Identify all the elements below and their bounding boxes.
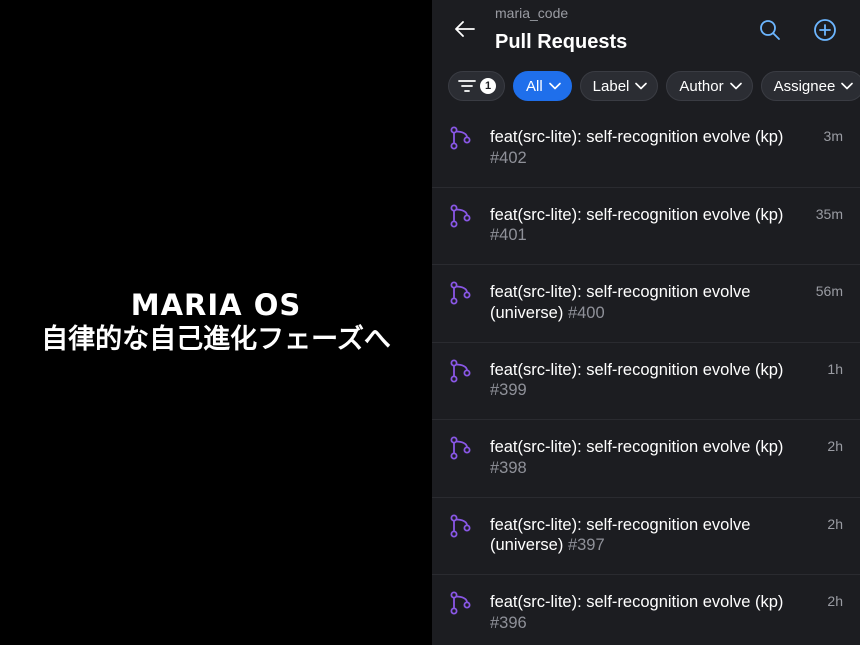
pull-request-number: #396 bbox=[490, 613, 527, 632]
chevron-down-icon bbox=[729, 82, 742, 90]
chip-label: All bbox=[526, 77, 543, 95]
pull-request-number: #398 bbox=[490, 458, 527, 477]
pull-request-list: feat(src-lite): self-recognition evolve … bbox=[432, 110, 860, 645]
pull-request-icon bbox=[450, 204, 472, 228]
pull-request-number: #400 bbox=[567, 303, 605, 322]
page-title: Pull Requests bbox=[495, 31, 628, 53]
pull-request-time: 1h bbox=[827, 360, 843, 377]
chip-all[interactable]: All bbox=[513, 71, 572, 101]
pull-request-number: #401 bbox=[490, 226, 527, 244]
search-icon bbox=[760, 20, 780, 40]
promo-subtitle: 自律的な自己進化フェーズへ bbox=[41, 323, 391, 355]
pull-request-number: #399 bbox=[490, 381, 527, 399]
chip-author[interactable]: Author bbox=[666, 71, 753, 101]
new-pull-request-button[interactable] bbox=[813, 18, 837, 42]
arrow-left-icon bbox=[455, 21, 475, 37]
pull-request-title: feat(src-lite): self-recognition evolve … bbox=[490, 593, 784, 611]
chevron-down-icon bbox=[841, 82, 854, 90]
pull-request-time: 35m bbox=[815, 205, 843, 222]
pull-request-icon bbox=[450, 591, 472, 615]
filter-button[interactable]: 1 bbox=[448, 71, 505, 101]
chip-assignee[interactable]: Assignee bbox=[760, 71, 860, 101]
pull-request-title: feat(src-lite): self-recognition evolve … bbox=[490, 515, 751, 555]
pull-request-time: 2h bbox=[827, 593, 843, 609]
pull-request-row[interactable]: feat(src-lite): self-recognition evolve … bbox=[432, 265, 860, 343]
filter-bar: 1 All Label Author Assignee bbox=[448, 71, 860, 101]
app-header: maria_code Pull Requests bbox=[432, 0, 860, 62]
chip-label: Author bbox=[679, 77, 724, 95]
filter-icon bbox=[458, 80, 476, 92]
pull-request-title-block: feat(src-lite): self-recognition evolve … bbox=[490, 282, 790, 323]
chip-label-filter[interactable]: Label bbox=[579, 71, 659, 101]
pull-request-row[interactable]: feat(src-lite): self-recognition evolve … bbox=[432, 420, 860, 498]
repo-name: maria_code bbox=[495, 5, 569, 21]
pull-request-title: feat(src-lite): self-recognition evolve … bbox=[490, 360, 784, 379]
plus-circle-icon bbox=[814, 19, 836, 41]
pull-request-title: feat(src-lite): self-recognition evolve … bbox=[490, 283, 751, 322]
pull-request-time: 2h bbox=[827, 438, 843, 454]
pull-request-number: #402 bbox=[490, 148, 527, 167]
pull-request-time: 56m bbox=[815, 283, 843, 299]
chevron-down-icon bbox=[548, 82, 561, 90]
back-button[interactable] bbox=[454, 18, 476, 40]
pull-request-icon bbox=[450, 436, 472, 460]
pull-requests-screen: maria_code Pull Requests 1 All Label Aut… bbox=[432, 0, 860, 645]
pull-request-title-block: feat(src-lite): self-recognition evolve … bbox=[490, 592, 790, 633]
pull-request-row[interactable]: feat(src-lite): self-recognition evolve … bbox=[432, 188, 860, 265]
chip-label: Label bbox=[592, 77, 630, 95]
pull-request-row[interactable]: feat(src-lite): self-recognition evolve … bbox=[432, 110, 860, 188]
pull-request-title-block: feat(src-lite): self-recognition evolve … bbox=[490, 437, 790, 478]
pull-request-title-block: feat(src-lite): self-recognition evolve … bbox=[490, 127, 790, 168]
promo-title: MARIA OS bbox=[130, 287, 302, 322]
pull-request-icon bbox=[450, 281, 472, 305]
pull-request-number: #397 bbox=[567, 536, 605, 554]
pull-request-title: feat(src-lite): self-recognition evolve … bbox=[490, 205, 784, 224]
pull-request-title: feat(src-lite): self-recognition evolve … bbox=[490, 438, 784, 456]
pull-request-time: 2h bbox=[827, 515, 843, 532]
pull-request-row[interactable]: feat(src-lite): self-recognition evolve … bbox=[432, 498, 860, 575]
chip-label: Assignee bbox=[773, 77, 836, 95]
pull-request-time: 3m bbox=[823, 128, 843, 144]
pull-request-title-block: feat(src-lite): self-recognition evolve … bbox=[490, 515, 790, 556]
pull-request-title-block: feat(src-lite): self-recognition evolve … bbox=[490, 205, 790, 246]
pull-request-icon bbox=[450, 359, 472, 383]
chevron-down-icon bbox=[635, 82, 648, 90]
pull-request-icon bbox=[450, 126, 472, 150]
pull-request-title-block: feat(src-lite): self-recognition evolve … bbox=[490, 360, 790, 401]
pull-request-icon bbox=[450, 514, 472, 538]
filter-count-badge: 1 bbox=[480, 78, 496, 94]
search-button[interactable] bbox=[758, 18, 782, 42]
promo-panel: MARIA OS 自律的な自己進化フェーズへ bbox=[0, 0, 432, 645]
pull-request-row[interactable]: feat(src-lite): self-recognition evolve … bbox=[432, 343, 860, 420]
pull-request-title: feat(src-lite): self-recognition evolve … bbox=[490, 128, 784, 146]
pull-request-row[interactable]: feat(src-lite): self-recognition evolve … bbox=[432, 575, 860, 645]
